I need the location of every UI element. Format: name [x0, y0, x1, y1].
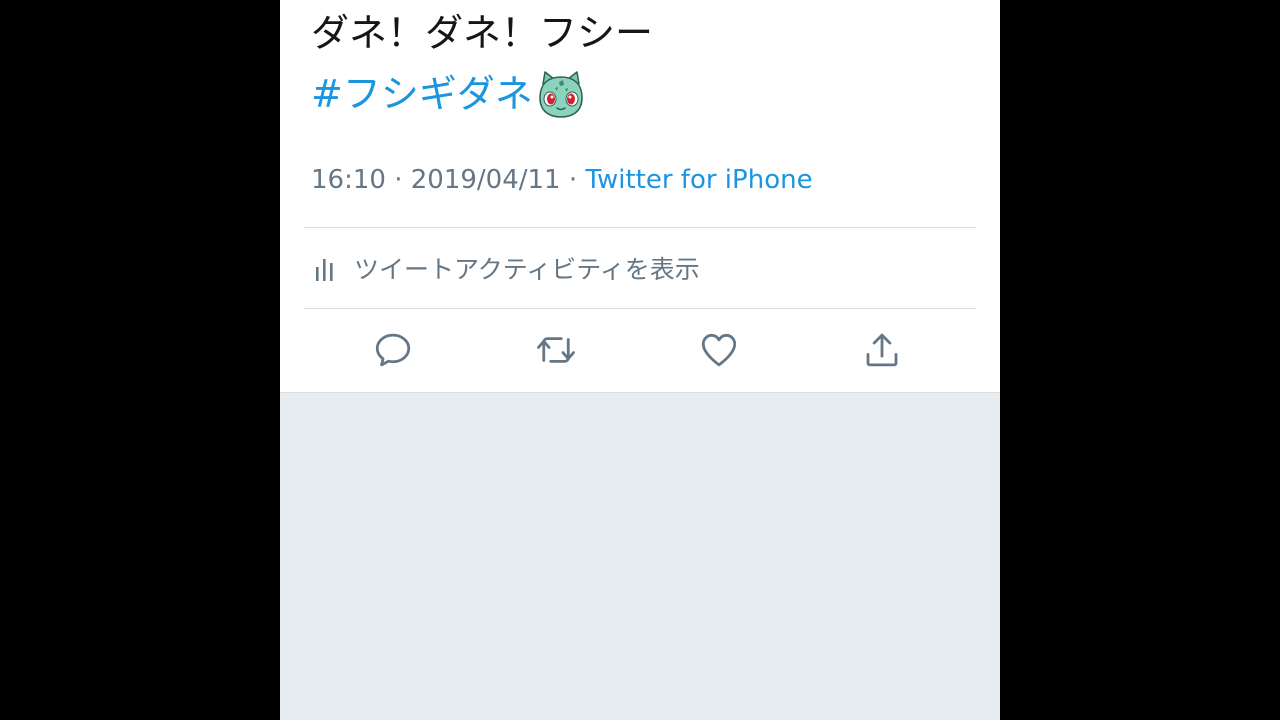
- heart-icon: [701, 333, 737, 367]
- divider: [304, 227, 976, 228]
- share-button[interactable]: [858, 328, 906, 372]
- bar-chart-icon: [314, 253, 338, 283]
- retweet-button[interactable]: [532, 328, 580, 372]
- reply-button[interactable]: [369, 328, 417, 372]
- phone-screen: ダネ！ダネ！フシー #フシギダネ 16:10 · 2019/04/11 · Tw…: [280, 0, 1000, 720]
- tweet-time: 16:10: [311, 165, 386, 195]
- tweet-hashtag-line: #フシギダネ: [311, 68, 587, 120]
- tweet-date: 2019/04/11: [410, 165, 561, 195]
- hashtag-link[interactable]: #フシギダネ: [311, 68, 533, 120]
- bulbasaur-face-emoji-icon: [535, 68, 587, 120]
- meta-separator: ·: [560, 165, 586, 195]
- meta-separator: ·: [385, 165, 411, 195]
- like-button[interactable]: [695, 328, 743, 372]
- tweet-activity-label: ツイートアクティビティを表示: [354, 255, 700, 284]
- tweet-activity-link[interactable]: ツイートアクティビティを表示: [314, 248, 700, 288]
- retweet-arrows-icon: [537, 337, 575, 363]
- tweet-source-link[interactable]: Twitter for iPhone: [585, 165, 812, 195]
- speech-bubble-icon: [375, 333, 411, 367]
- tweet-text: ダネ！ダネ！フシー: [311, 11, 654, 55]
- tweet-meta: 16:10 · 2019/04/11 · Twitter for iPhone: [311, 163, 813, 197]
- divider: [304, 308, 976, 309]
- share-upload-icon: [866, 333, 898, 367]
- tweet-detail-card: ダネ！ダネ！フシー #フシギダネ 16:10 · 2019/04/11 · Tw…: [280, 0, 1000, 393]
